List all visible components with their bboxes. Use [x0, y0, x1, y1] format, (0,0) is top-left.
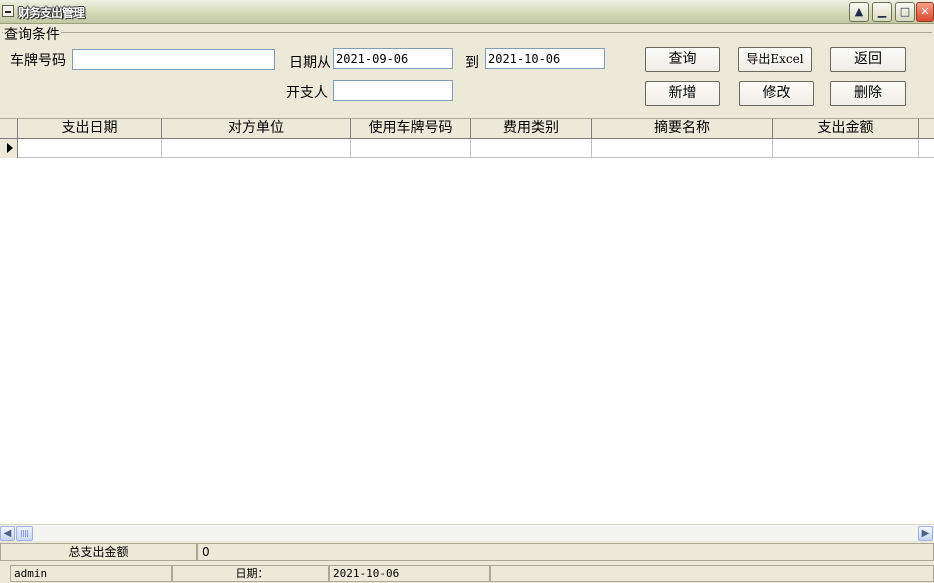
up-arrow-icon: ▲ — [854, 5, 864, 18]
window-title: 财务支出管理 — [18, 6, 85, 20]
column-header[interactable]: 支出日期 — [18, 119, 162, 139]
export-excel-button[interactable]: 导出Excel — [738, 47, 812, 72]
date-to-input[interactable] — [485, 48, 605, 69]
help-button[interactable]: ▲ — [849, 2, 869, 22]
close-icon: ✕ — [920, 5, 930, 18]
table-cell[interactable] — [162, 139, 351, 158]
minimize-icon: ▁ — [877, 5, 887, 18]
status-date-label: 日期： — [172, 565, 329, 582]
column-header[interactable]: 费用类别 — [471, 119, 592, 139]
export-excel-label: 导出Excel — [746, 52, 804, 66]
back-button[interactable]: 返回 — [830, 47, 906, 72]
payer-input[interactable] — [333, 80, 453, 101]
status-date-value: 2021-10-06 — [329, 565, 490, 582]
title-bar: 财务支出管理 ▲ ▁ □ ✕ — [0, 0, 934, 24]
date-from-input[interactable] — [333, 48, 453, 69]
close-button[interactable]: ✕ — [916, 2, 934, 22]
add-button[interactable]: 新增 — [645, 81, 720, 106]
query-group-title: 查询条件 — [3, 24, 61, 44]
table-row[interactable] — [0, 139, 934, 158]
total-value: 0 — [197, 543, 934, 561]
delete-button[interactable]: 删除 — [830, 81, 906, 106]
totals-bar: 总支出金额 0 — [0, 541, 934, 563]
header-corner — [0, 119, 18, 139]
date-to-label: 到 — [465, 55, 479, 71]
total-label: 总支出金额 — [0, 543, 197, 561]
plate-label: 车牌号码 — [10, 53, 66, 69]
maximize-button[interactable]: □ — [895, 2, 915, 22]
status-bar: admin 日期： 2021-10-06 — [0, 563, 934, 583]
grid-header: 支出日期 对方单位 使用车牌号码 费用类别 摘要名称 支出金额 — [0, 119, 934, 139]
current-row-arrow-icon — [0, 139, 18, 158]
expense-grid[interactable]: 支出日期 对方单位 使用车牌号码 费用类别 摘要名称 支出金额 — [0, 118, 934, 524]
table-cell[interactable] — [351, 139, 471, 158]
column-header[interactable]: 对方单位 — [162, 119, 351, 139]
table-cell[interactable] — [18, 139, 162, 158]
column-header[interactable]: 支出金额 — [773, 119, 919, 139]
payer-label: 开支人 — [286, 85, 328, 101]
scroll-left-icon[interactable]: ◀ — [0, 526, 15, 541]
column-header[interactable]: 摘要名称 — [592, 119, 773, 139]
search-button[interactable]: 查询 — [645, 47, 720, 72]
scroll-right-icon[interactable]: ▶ — [918, 526, 933, 541]
table-cell[interactable] — [773, 139, 919, 158]
table-cell[interactable] — [592, 139, 773, 158]
edit-button[interactable]: 修改 — [739, 81, 814, 106]
system-menu-icon[interactable] — [2, 5, 14, 17]
date-from-label: 日期从 — [289, 55, 331, 71]
horizontal-scrollbar[interactable]: ◀ ▶ — [0, 524, 934, 541]
column-header[interactable]: 使用车牌号码 — [351, 119, 471, 139]
status-user: admin — [10, 565, 172, 582]
plate-input[interactable] — [72, 49, 275, 70]
maximize-icon: □ — [899, 5, 911, 18]
status-extra — [490, 565, 934, 582]
minimize-button[interactable]: ▁ — [872, 2, 892, 22]
scroll-thumb[interactable] — [16, 526, 33, 541]
table-cell[interactable] — [471, 139, 592, 158]
